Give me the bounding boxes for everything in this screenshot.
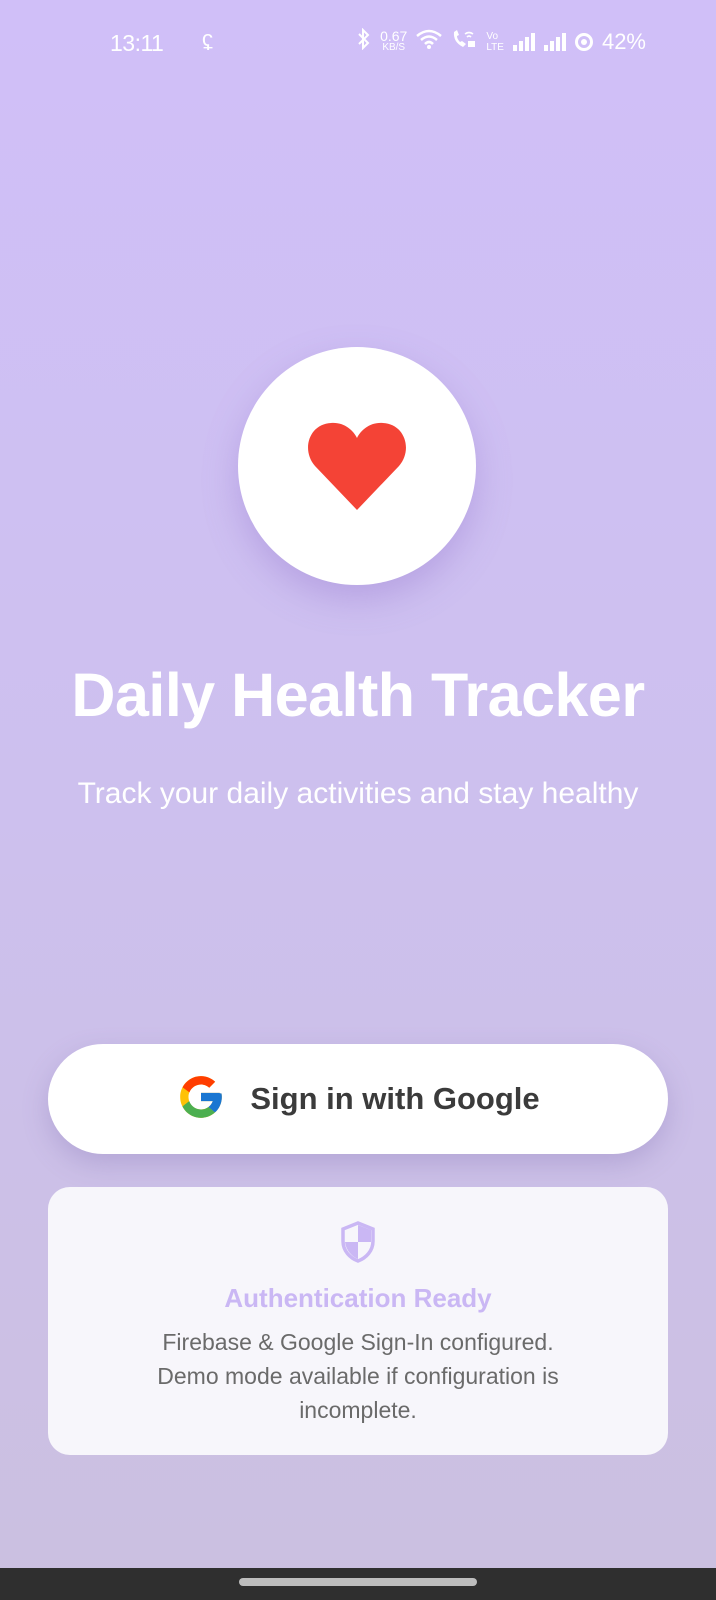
wifi-calling-icon — [451, 28, 477, 56]
status-bar: 13:11 ʢ 0.67 KB/S Vo LTE 42% — [0, 0, 716, 90]
volte-indicator: Vo LTE — [486, 31, 504, 53]
signal-icon — [512, 33, 535, 51]
battery-percent: 42% — [601, 29, 646, 54]
wifi-icon — [416, 28, 443, 56]
volte-top: Vo — [486, 31, 499, 42]
status-time: 13:11 — [110, 30, 164, 56]
auth-status-card: Authentication Ready Firebase & Google S… — [48, 1187, 668, 1455]
network-speed-unit: KB/S — [382, 42, 406, 53]
shield-icon — [340, 1221, 376, 1268]
auth-status-line-3: incomplete. — [299, 1397, 417, 1423]
network-speed: 0.67 KB/S — [380, 28, 408, 54]
heart-icon — [308, 422, 406, 510]
app-logo — [238, 347, 476, 585]
auth-status-line-1: Firebase & Google Sign-In configured. — [162, 1329, 554, 1355]
home-gesture-handle[interactable] — [239, 1578, 477, 1586]
signal-icon-2 — [543, 33, 566, 51]
auth-status-description: Firebase & Google Sign-In configured. De… — [108, 1325, 608, 1427]
bluetooth-icon — [357, 27, 371, 56]
app-subtitle: Track your daily activities and stay hea… — [77, 777, 639, 810]
google-logo-icon — [176, 1072, 226, 1127]
app-title: Daily Health Tracker — [71, 661, 645, 729]
volte-bottom: LTE — [486, 42, 504, 53]
app-notification-icon: ʢ — [202, 30, 213, 55]
auth-status-title: Authentication Ready — [224, 1283, 492, 1313]
auth-status-line-2: Demo mode available if configuration is — [157, 1363, 559, 1389]
google-sign-in-button[interactable]: Sign in with Google — [48, 1044, 668, 1154]
network-speed-value: 0.67 — [380, 28, 408, 44]
system-navigation-bar — [0, 1568, 716, 1600]
status-icons: 0.67 KB/S Vo LTE 42% — [357, 27, 646, 56]
google-sign-in-label: Sign in with Google — [250, 1081, 540, 1116]
battery-icon — [574, 33, 593, 51]
